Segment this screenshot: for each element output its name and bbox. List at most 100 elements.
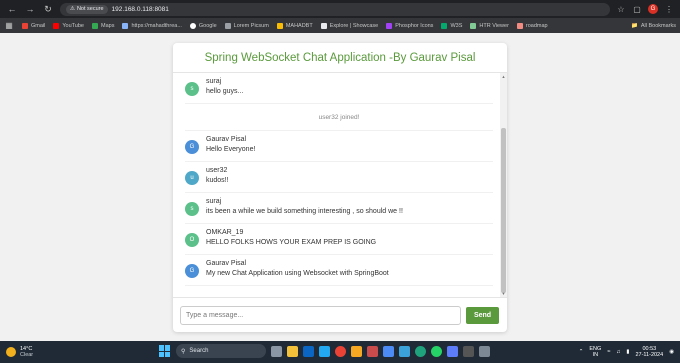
avatar: G (185, 264, 199, 278)
chat-message: s suraj its been a while we build someth… (185, 193, 493, 224)
message-sender: user32 (206, 167, 228, 174)
photos-icon[interactable] (399, 345, 410, 357)
forward-icon[interactable]: → (24, 3, 36, 15)
bookmark-favicon-icon (320, 22, 327, 29)
bookmark-label: MAHADBT (285, 22, 313, 29)
message-input[interactable] (180, 305, 461, 325)
store-icon[interactable] (447, 345, 458, 357)
bookmark-label: Gmail (31, 22, 46, 29)
bookmark-favicon-icon (276, 22, 283, 29)
all-bookmarks-button[interactable]: 📁 All Bookmarks (631, 23, 676, 29)
reload-icon[interactable]: ↻ (42, 3, 54, 15)
security-indicator[interactable]: ⚠ Not secure (66, 4, 108, 14)
clock[interactable]: 00:53 27-11-2024 (635, 346, 663, 358)
file-explorer-icon[interactable] (287, 345, 298, 357)
bookmark-favicon-icon (386, 22, 393, 29)
volume-icon[interactable]: ♫ (616, 349, 620, 355)
chrome-icon[interactable] (335, 345, 346, 357)
settings-icon[interactable] (479, 345, 490, 357)
bookmark-item[interactable]: Explore | Showcase (320, 22, 378, 29)
notes-icon[interactable] (351, 345, 362, 357)
bookmark-item[interactable]: HTR Viewer (470, 22, 509, 29)
address-bar[interactable]: ⚠ Not secure 192.168.0.118:8081 (60, 2, 610, 16)
page-title: Spring WebSocket Chat Application -By Ga… (204, 51, 476, 64)
bookmark-item[interactable]: W3S (441, 22, 462, 29)
message-sender: Gaurav Pisal (206, 136, 247, 143)
send-button[interactable]: Send (466, 306, 499, 324)
avatar: G (185, 140, 199, 154)
url-text[interactable]: 192.168.0.118:8081 (112, 6, 169, 13)
bookmark-star-icon[interactable]: ☆ (616, 4, 626, 14)
menu-icon[interactable]: ⋮ (664, 4, 674, 14)
event-text: user32 joined! (318, 113, 360, 121)
chat-container: Spring WebSocket Chat Application -By Ga… (173, 43, 507, 332)
chat-header: Spring WebSocket Chat Application -By Ga… (173, 43, 507, 73)
bookmark-favicon-icon (122, 22, 129, 29)
message-list: s suraj hello guys... user32 joined! G G… (173, 73, 507, 286)
bookmark-favicon-icon (92, 22, 98, 29)
vscode-icon[interactable] (319, 345, 330, 357)
linkedin-icon[interactable] (303, 345, 314, 357)
back-icon[interactable]: ← (6, 3, 18, 15)
message-sender: Gaurav Pisal (206, 260, 247, 267)
bookmark-label: Lorem Picsum (233, 22, 269, 29)
battery-icon[interactable]: ▮ (626, 349, 629, 355)
message-area[interactable]: s suraj hello guys... user32 joined! G G… (173, 73, 507, 297)
browser-toolbar: ← → ↻ ⚠ Not secure 192.168.0.118:8081 ☆ … (0, 0, 680, 18)
profile-avatar[interactable]: G (648, 4, 658, 14)
message-content: HELLO FOLKS HOWS YOUR EXAM PREP IS GOING (206, 239, 377, 246)
windows-start-icon[interactable] (159, 345, 171, 357)
chat-message: u user32 kudos!! (185, 162, 493, 193)
terminal-icon[interactable] (463, 345, 474, 357)
message-scrollbar[interactable]: ▲ ▼ (500, 73, 507, 297)
bookmark-item[interactable]: YouTube (53, 22, 84, 29)
system-tray: ⌃ ENG IN ≈ ♫ ▮ 00:53 27-11-2024 ◉ (579, 341, 674, 363)
bookmark-item[interactable]: https://mahadthrea... (122, 22, 182, 29)
weather-widget[interactable]: 14°C Clear (6, 346, 33, 358)
avatar: O (185, 233, 199, 247)
bookmark-item[interactable]: roadmap (516, 22, 548, 29)
bookmark-item[interactable]: Maps (92, 22, 114, 29)
message-sender: suraj (206, 78, 222, 85)
bookmark-item[interactable]: Phosphor Icons (386, 22, 434, 29)
notification-icon[interactable]: ◉ (669, 349, 674, 355)
bookmark-label: https://mahadthrea... (131, 22, 182, 29)
apps-grid-icon[interactable]: ▦ (4, 21, 14, 31)
extensions-icon[interactable]: ▢ (632, 4, 642, 14)
message-sender: suraj (206, 198, 222, 205)
app-icon[interactable] (367, 345, 378, 357)
bookmark-label: Phosphor Icons (395, 22, 434, 29)
search-placeholder: Search (189, 348, 209, 354)
message-content: My new Chat Application using Websocket … (206, 270, 389, 277)
search-icon: ⚲ (181, 348, 186, 355)
chevron-up-icon[interactable]: ⌃ (579, 349, 584, 355)
scroll-down-icon[interactable]: ▼ (501, 291, 506, 296)
moon-icon (6, 347, 16, 357)
bookmark-item[interactable]: Gmail (22, 22, 46, 29)
language-indicator[interactable]: ENG IN (589, 346, 601, 358)
message-content: Hello Everyone! (206, 146, 256, 153)
bookmark-item[interactable]: Google (189, 22, 217, 29)
mail-icon[interactable] (383, 345, 394, 357)
bookmark-item[interactable]: MAHADBT (276, 22, 313, 29)
message-sender: OMKAR_19 (206, 229, 244, 236)
scroll-up-icon[interactable]: ▲ (501, 74, 506, 79)
taskbar-search[interactable]: ⚲ Search (176, 344, 266, 358)
chat-message: G Gaurav Pisal Hello Everyone! (185, 131, 493, 162)
avatar: s (185, 202, 199, 216)
bookmark-favicon-icon (441, 22, 448, 29)
avatar: u (185, 171, 199, 185)
chat-message: G Gaurav Pisal My new Chat Application u… (185, 255, 493, 286)
message-content: hello guys... (206, 88, 244, 95)
bookmark-favicon-icon (22, 22, 28, 29)
bookmark-favicon-icon (189, 22, 196, 29)
message-content: its been a while we build something inte… (206, 208, 403, 215)
whatsapp-icon[interactable] (431, 345, 442, 357)
scroll-thumb[interactable] (501, 128, 506, 293)
wifi-icon[interactable]: ≈ (607, 349, 610, 355)
bookmark-item[interactable]: Lorem Picsum (224, 22, 269, 29)
language-bottom: IN (592, 352, 599, 358)
edge-icon[interactable] (415, 345, 426, 357)
task-view-icon[interactable] (271, 345, 282, 357)
bookmark-label: roadmap (525, 22, 548, 29)
